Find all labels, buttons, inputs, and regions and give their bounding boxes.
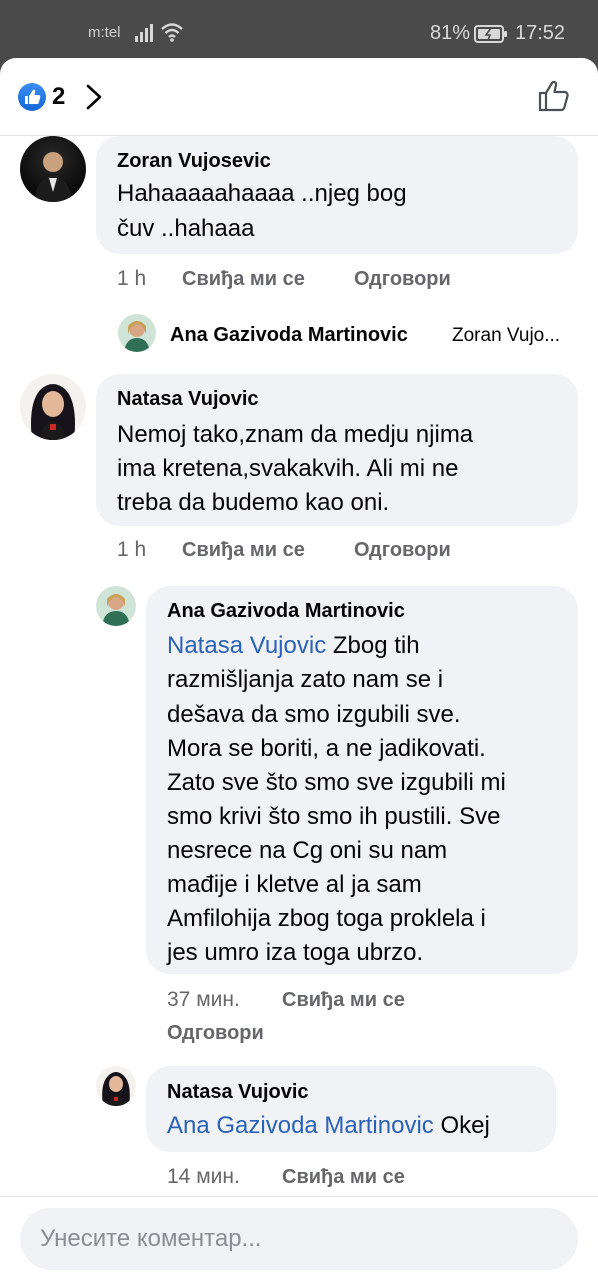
reply-text-line: Natasa Vujovic Zbog tih [167,632,420,660]
like-button[interactable]: Свиђа ми се [282,989,405,1012]
reactions-header: 2 [0,58,598,136]
like-button[interactable]: Свиђа ми се [282,1166,405,1189]
comment-author[interactable]: Zoran Vujosevic [117,150,271,173]
reply-button[interactable]: Одговори [354,268,451,291]
reply-author[interactable]: Natasa Vujovic [167,1081,309,1104]
comment-text-line: Nemoj tako,znam da medju njima [117,421,474,448]
clock: 17:52 [515,22,566,44]
comment-timestamp: 1 h [117,538,147,561]
reply-text-line: Zato sve što smo sve izgubili mi [167,769,506,796]
comment-composer [0,1196,598,1280]
battery-icon [474,25,507,43]
reply-text-fragment: Zbog tih [326,632,420,659]
comment-text-line: ima kretena,svakakvih. Ali mi ne [117,455,459,482]
avatar[interactable] [20,136,86,202]
avatar [118,314,156,352]
reply-timestamp: 37 мин. [167,988,240,1011]
reply-preview: Zoran Vujo... [452,325,561,346]
comment-timestamp: 1 h [117,267,147,290]
reply-timestamp: 14 мин. [167,1165,240,1188]
thumbs-up-outline-icon[interactable] [536,78,572,114]
signal-icon [135,24,153,42]
mention-link[interactable]: Ana Gazivoda Martinovic [167,1112,434,1139]
avatar[interactable] [20,374,86,440]
like-button[interactable]: Свиђа ми се [182,268,305,291]
mention-link[interactable]: Natasa Vujovic [167,632,326,659]
reply-text-line: Mora se boriti, a ne jadikovati. [167,735,486,762]
carrier-label: m:tel [88,24,121,41]
reply-text-line: Ana Gazivoda Martinovic Okej [167,1112,490,1140]
like-reaction-icon[interactable] [18,83,46,111]
chevron-right-icon[interactable] [83,82,105,112]
comment-input[interactable] [20,1208,578,1270]
comments-sheet: 2 Zoran Vujosevic Hahaaaaahaaaa ..njeg b… [0,58,598,1280]
like-button[interactable]: Свиђа ми се [182,539,305,562]
avatar[interactable] [96,586,136,626]
reply-text-fragment: Okej [433,1112,490,1139]
reply-author: Ana Gazivoda Martinovic [170,324,408,346]
comment-text-line: čuv ..hahaaa [117,215,255,242]
reply-text-line: mađije i kletve al ja sam [167,871,422,898]
comment-text-line: Hahaaaaahaaaa ..njeg bog [117,180,407,207]
reply-button[interactable]: Одговори [354,539,451,562]
avatar[interactable] [96,1066,136,1106]
status-bar: m:tel 81% 17:52 [0,0,598,58]
wifi-icon [161,23,183,42]
like-count[interactable]: 2 [52,83,65,111]
reply-text-line: smo krivi što smo ih pustili. Sve [167,803,501,830]
battery-percent: 81% [430,22,471,44]
reply-text-line: nesrece na Cg oni su nam [167,837,448,864]
reply-text-line: Amfilohija zbog toga proklela i [167,905,486,932]
comment-author[interactable]: Natasa Vujovic [117,388,259,411]
reply-text-line: dešava da smo izgubili sve. [167,701,461,728]
reply-text-line: razmišljanja zato nam se i [167,666,444,693]
reply-author[interactable]: Ana Gazivoda Martinovic [167,600,405,623]
reply-button[interactable]: Одговори [167,1022,264,1045]
reply-text-line: jes umro iza toga ubrzo. [167,939,424,966]
comment-text-line: treba da budemo kao oni. [117,489,390,516]
